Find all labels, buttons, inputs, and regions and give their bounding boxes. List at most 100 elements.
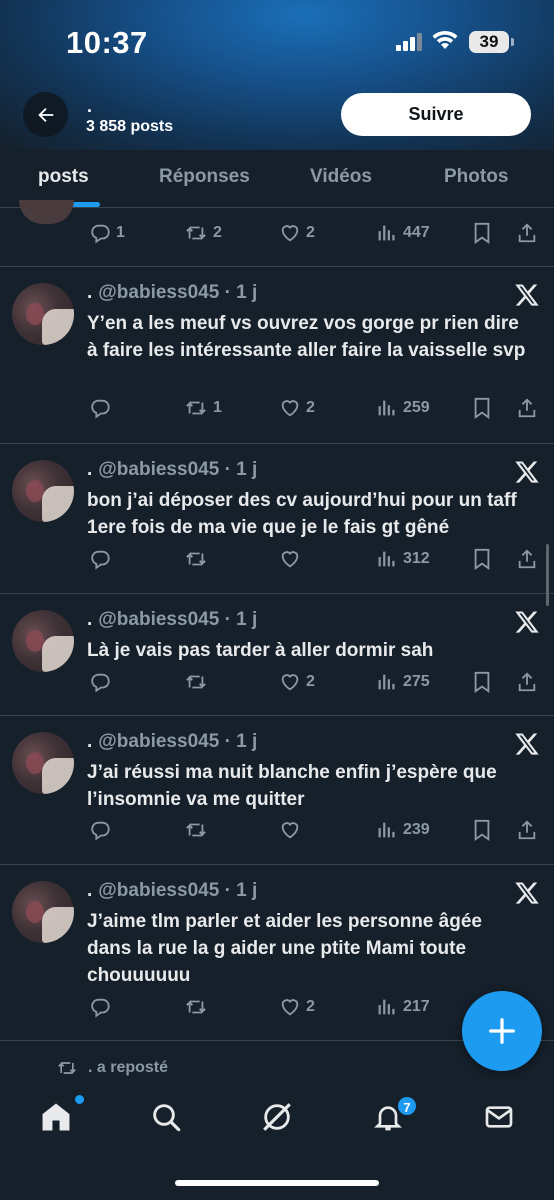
bookmark-icon bbox=[474, 222, 490, 244]
share-button[interactable] bbox=[516, 222, 538, 244]
heart-icon bbox=[281, 225, 299, 242]
bar-chart-icon bbox=[378, 551, 395, 567]
avatar[interactable] bbox=[12, 610, 74, 672]
handle: @babiess045 bbox=[98, 731, 220, 752]
reply-button[interactable] bbox=[89, 819, 116, 841]
avatar[interactable] bbox=[12, 283, 74, 345]
bookmark-icon bbox=[474, 819, 490, 841]
handle: @babiess045 bbox=[98, 880, 220, 901]
repost-button[interactable] bbox=[184, 548, 213, 570]
like-button[interactable]: 2 bbox=[279, 671, 315, 693]
x-logo-icon bbox=[515, 461, 539, 483]
tweet-header: . @babiess045 · 1 j bbox=[87, 459, 257, 481]
views-button[interactable]: 259 bbox=[376, 397, 430, 419]
repost-button[interactable] bbox=[184, 996, 213, 1018]
status-time: 10:37 bbox=[66, 25, 148, 60]
views-button[interactable]: 239 bbox=[376, 819, 430, 841]
divider bbox=[0, 715, 554, 716]
tab-photos[interactable]: Photos bbox=[444, 166, 508, 188]
x-logo-icon bbox=[515, 611, 539, 633]
like-button[interactable] bbox=[279, 548, 306, 570]
home-indicator[interactable] bbox=[175, 1180, 379, 1186]
tweet-text: Y’en a les meuf vs ouvrez vos gorge pr r… bbox=[87, 313, 526, 361]
repost-button[interactable] bbox=[184, 819, 213, 841]
tweet-actions: 1 2 2 447 bbox=[0, 222, 554, 252]
tweet-text: Là je vais pas tarder à aller dormir sah bbox=[87, 640, 434, 661]
share-button[interactable] bbox=[516, 671, 538, 693]
battery-indicator: 39 bbox=[469, 31, 509, 53]
reply-icon bbox=[91, 550, 110, 570]
nav-search[interactable] bbox=[148, 1099, 184, 1135]
bar-chart-icon bbox=[378, 999, 395, 1015]
share-icon bbox=[518, 672, 536, 692]
like-button[interactable]: 2 bbox=[279, 222, 315, 244]
like-button[interactable]: 2 bbox=[279, 397, 315, 419]
handle: @babiess045 bbox=[98, 459, 220, 480]
bar-chart-icon bbox=[378, 400, 395, 416]
mail-icon bbox=[485, 1106, 513, 1128]
repost-button[interactable]: 1 bbox=[184, 397, 222, 419]
nav-messages[interactable] bbox=[481, 1099, 517, 1135]
timestamp: · 1 j bbox=[224, 731, 258, 752]
share-button[interactable] bbox=[516, 819, 538, 841]
avatar[interactable] bbox=[12, 732, 74, 794]
handle: @babiess045 bbox=[98, 609, 220, 630]
views-button[interactable]: 447 bbox=[376, 222, 430, 244]
heart-icon bbox=[281, 674, 299, 691]
heart-icon bbox=[281, 400, 299, 417]
timestamp: · 1 j bbox=[224, 609, 258, 630]
avatar[interactable] bbox=[19, 200, 74, 224]
tweet-text: J’ai réussi ma nuit blanche enfin j’espè… bbox=[87, 762, 497, 810]
scrollbar[interactable] bbox=[546, 544, 549, 606]
compose-button[interactable] bbox=[462, 991, 542, 1071]
tweet-header: . @babiess045 · 1 j bbox=[87, 731, 257, 753]
tab-videos[interactable]: Vidéos bbox=[310, 166, 372, 188]
tweet-text: bon j’ai déposer des cv aujourd’hui pour… bbox=[87, 490, 517, 538]
reply-button[interactable]: 1 bbox=[89, 222, 125, 244]
reply-icon bbox=[91, 673, 110, 693]
avatar[interactable] bbox=[12, 881, 74, 943]
bar-chart-icon bbox=[378, 674, 395, 690]
repost-icon bbox=[186, 226, 206, 240]
bookmark-icon bbox=[474, 397, 490, 419]
nav-home[interactable] bbox=[38, 1099, 74, 1135]
reply-button[interactable] bbox=[89, 996, 116, 1018]
bookmark-button[interactable] bbox=[472, 819, 492, 841]
reply-button[interactable] bbox=[89, 397, 116, 419]
reply-icon bbox=[91, 821, 110, 841]
like-button[interactable]: 2 bbox=[279, 996, 315, 1018]
reply-button[interactable] bbox=[89, 548, 116, 570]
repost-icon bbox=[186, 675, 206, 689]
views-button[interactable]: 312 bbox=[376, 548, 430, 570]
x-logo-icon bbox=[515, 284, 539, 306]
avatar[interactable] bbox=[12, 460, 74, 522]
timestamp: · 1 j bbox=[224, 880, 258, 901]
tab-replies[interactable]: Réponses bbox=[159, 166, 250, 188]
like-button[interactable] bbox=[279, 819, 306, 841]
bookmark-button[interactable] bbox=[472, 397, 492, 419]
nav-grok[interactable] bbox=[259, 1099, 295, 1135]
heart-icon bbox=[281, 822, 299, 839]
views-button[interactable]: 217 bbox=[376, 996, 430, 1018]
views-button[interactable]: 275 bbox=[376, 671, 430, 693]
display-name: . bbox=[87, 609, 93, 630]
repost-button[interactable] bbox=[184, 671, 213, 693]
tweet-actions: 312 bbox=[0, 548, 554, 578]
reply-button[interactable] bbox=[89, 671, 116, 693]
tab-posts[interactable]: posts bbox=[38, 166, 89, 188]
repost-icon bbox=[186, 401, 206, 415]
back-button[interactable] bbox=[23, 92, 68, 137]
bookmark-button[interactable] bbox=[472, 222, 492, 244]
bar-chart-icon bbox=[378, 822, 395, 838]
tweet-actions: 239 bbox=[0, 819, 554, 849]
timestamp: · 1 j bbox=[224, 459, 258, 480]
share-button[interactable] bbox=[516, 548, 538, 570]
follow-button[interactable]: Suivre bbox=[341, 93, 531, 136]
repost-button[interactable]: 2 bbox=[184, 222, 222, 244]
notification-badge: 7 bbox=[396, 1095, 418, 1117]
bookmark-button[interactable] bbox=[472, 671, 492, 693]
share-button[interactable] bbox=[516, 397, 538, 419]
display-name: . bbox=[87, 731, 93, 752]
home-icon bbox=[42, 1103, 70, 1131]
bookmark-button[interactable] bbox=[472, 548, 492, 570]
